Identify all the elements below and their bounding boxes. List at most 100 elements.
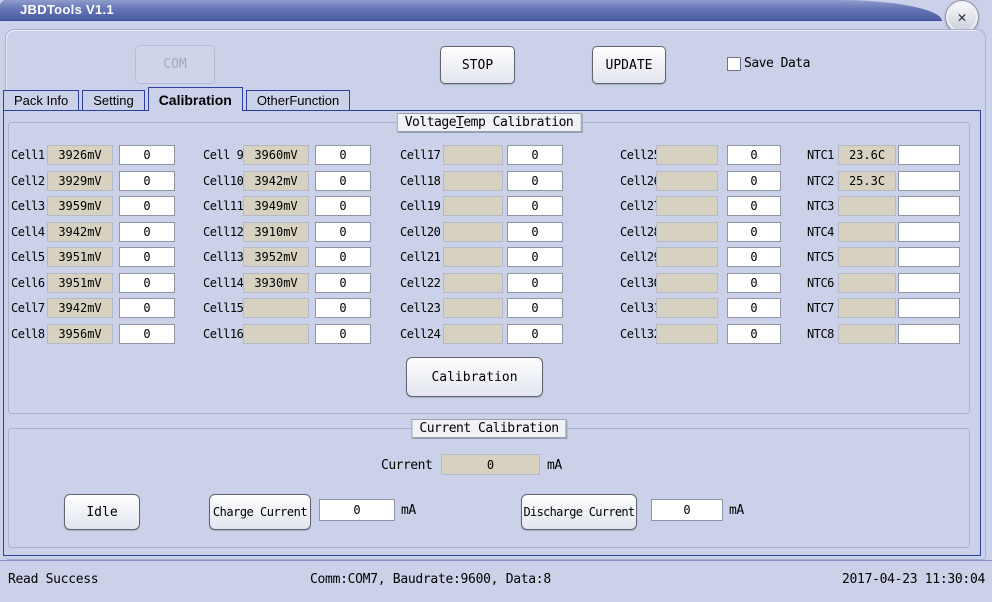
cell-cal-input[interactable] xyxy=(119,222,175,242)
ntc-cal-input[interactable] xyxy=(898,273,960,293)
cell-cal-input[interactable] xyxy=(119,196,175,216)
cell-label: Cell27 xyxy=(620,199,661,213)
cell-row: Cell17 xyxy=(400,145,565,165)
cell-cal-input[interactable] xyxy=(507,171,563,191)
cell-cal-input[interactable] xyxy=(727,145,781,165)
cell-cal-input[interactable] xyxy=(727,324,781,344)
tab-pack-info[interactable]: Pack Info xyxy=(3,90,80,110)
ntc-label: NTC8 xyxy=(807,327,834,341)
cell-row: Cell24 xyxy=(400,324,565,344)
cell-row: Cell29 xyxy=(620,247,783,267)
status-bar: Read Success Comm:COM7, Baudrate:9600, D… xyxy=(0,560,992,602)
tab-setting[interactable]: Setting xyxy=(82,90,145,110)
cell-cal-input[interactable] xyxy=(119,324,175,344)
cell-row: Cell1 3926mV xyxy=(11,145,177,165)
voltage-temp-group: VoltageTemp Calibration Cell13926mVCell2… xyxy=(8,113,970,414)
ntc-cal-input[interactable] xyxy=(898,196,960,216)
cell-cal-input[interactable] xyxy=(727,273,781,293)
com-button[interactable]: COM xyxy=(135,45,215,84)
cell-value-display xyxy=(443,145,503,165)
cell-label: Cell13 xyxy=(203,250,244,264)
cell-cal-input[interactable] xyxy=(727,222,781,242)
cell-value-display: 3951mV xyxy=(47,247,113,267)
cell-cal-input[interactable] xyxy=(507,145,563,165)
cell-cal-input[interactable] xyxy=(727,247,781,267)
cell-cal-input[interactable] xyxy=(315,273,371,293)
cell-row: Cell2 3929mV xyxy=(11,171,177,191)
calibration-button[interactable]: Calibration xyxy=(406,357,543,397)
cell-cal-input[interactable] xyxy=(507,196,563,216)
cell-cal-input[interactable] xyxy=(315,298,371,318)
cell-cal-input[interactable] xyxy=(119,298,175,318)
cell-cal-input[interactable] xyxy=(119,247,175,267)
cell-cal-input[interactable] xyxy=(507,222,563,242)
cell-cal-input[interactable] xyxy=(315,324,371,344)
ntc-label: NTC2 xyxy=(807,174,834,188)
cell-row: Cell26 xyxy=(620,171,783,191)
stop-button[interactable]: STOP xyxy=(440,46,515,84)
cell-cal-input[interactable] xyxy=(315,247,371,267)
cell-label: Cell17 xyxy=(400,148,441,162)
cell-label: Cell14 xyxy=(203,276,244,290)
cell-column: Cell25 Cell26 Cell27 Cell28 Cell29 Cell30 Cell… xyxy=(620,123,800,413)
discharge-current-input[interactable] xyxy=(651,499,723,521)
cell-value-display xyxy=(443,273,503,293)
charge-current-input[interactable] xyxy=(319,499,395,521)
cell-value-display: 3942mV xyxy=(47,298,113,318)
cell-value-display xyxy=(656,222,718,242)
cell-cal-input[interactable] xyxy=(507,298,563,318)
cell-label: Cell29 xyxy=(620,250,661,264)
cell-cal-input[interactable] xyxy=(315,171,371,191)
ntc-cal-input[interactable] xyxy=(898,145,960,165)
save-data-option[interactable]: Save Data xyxy=(727,56,810,71)
current-calibration-group: Current Calibration Current 0 mA Idle Ch… xyxy=(8,419,970,548)
tab-other-function[interactable]: OtherFunction xyxy=(245,90,351,110)
cell-value-display xyxy=(443,171,503,191)
cell-label: Cell25 xyxy=(620,148,661,162)
tab-calibration[interactable]: Calibration xyxy=(147,87,243,111)
current-group-title: Current Calibration xyxy=(411,419,567,438)
ntc-cal-input[interactable] xyxy=(898,222,960,242)
cell-cal-input[interactable] xyxy=(727,298,781,318)
cell-value-display: 3929mV xyxy=(47,171,113,191)
ntc-cal-input[interactable] xyxy=(898,247,960,267)
cell-cal-input[interactable] xyxy=(727,171,781,191)
cell-value-display xyxy=(656,145,718,165)
cell-cal-input[interactable] xyxy=(507,247,563,267)
charge-unit-label: mA xyxy=(401,503,416,518)
cell-value-display xyxy=(656,273,718,293)
cell-row: Cell27 xyxy=(620,196,783,216)
cell-row: Cell28 xyxy=(620,222,783,242)
ntc-value-display xyxy=(838,273,896,293)
ntc-cal-input[interactable] xyxy=(898,298,960,318)
cell-cal-input[interactable] xyxy=(727,196,781,216)
cell-cal-input[interactable] xyxy=(315,145,371,165)
ntc-row: NTC6 xyxy=(807,273,962,293)
cell-cal-input[interactable] xyxy=(119,171,175,191)
save-data-checkbox[interactable] xyxy=(727,56,741,71)
discharge-current-button[interactable]: Discharge Current xyxy=(521,494,637,530)
cell-label: Cell12 xyxy=(203,225,244,239)
update-button[interactable]: UPDATE xyxy=(592,46,666,84)
cell-row: Cell16 xyxy=(203,324,373,344)
cell-value-display xyxy=(656,298,718,318)
cell-label: Cell11 xyxy=(203,199,244,213)
cell-cal-input[interactable] xyxy=(507,324,563,344)
ntc-row: NTC5 xyxy=(807,247,962,267)
ntc-row: NTC1 23.6C xyxy=(807,145,962,165)
cell-cal-input[interactable] xyxy=(315,222,371,242)
cell-label: Cell2 xyxy=(11,174,45,188)
idle-button[interactable]: Idle xyxy=(64,494,140,530)
cell-row: Cell6 3951mV xyxy=(11,273,177,293)
cell-value-display xyxy=(243,298,309,318)
status-comm-settings: Comm:COM7, Baudrate:9600, Data:8 xyxy=(310,572,551,587)
charge-current-button[interactable]: Charge Current xyxy=(209,494,311,530)
cell-value-display: 3942mV xyxy=(47,222,113,242)
cell-cal-input[interactable] xyxy=(119,273,175,293)
ntc-cal-input[interactable] xyxy=(898,171,960,191)
cell-cal-input[interactable] xyxy=(119,145,175,165)
cell-cal-input[interactable] xyxy=(315,196,371,216)
ntc-cal-input[interactable] xyxy=(898,324,960,344)
cell-cal-input[interactable] xyxy=(507,273,563,293)
ntc-value-display xyxy=(838,222,896,242)
